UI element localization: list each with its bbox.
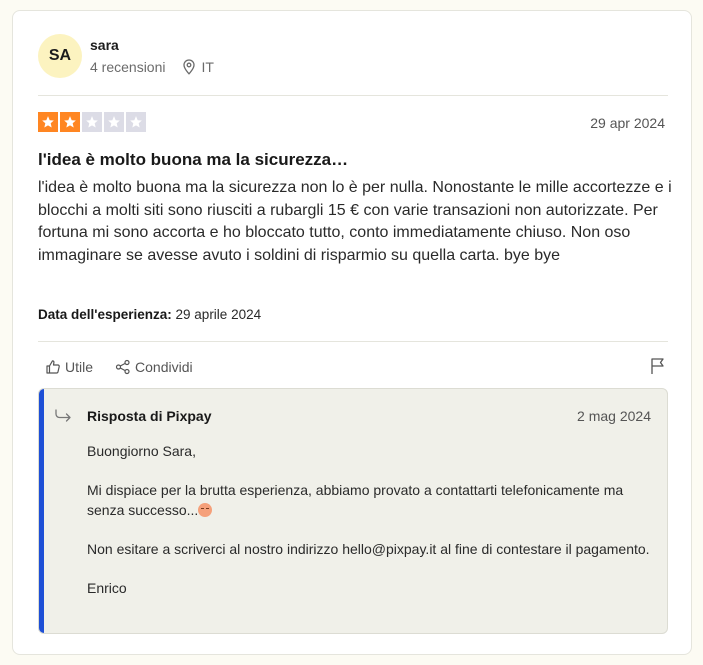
location-pin-icon [182,59,195,75]
reply-body: Buongiorno Sara, Mi dispiace per la brut… [87,442,657,618]
location: IT [182,59,214,75]
star-empty-icon [104,112,124,132]
avatar-initials: SA [48,47,72,64]
reply-paragraph-1: Mi dispiace per la brutta esperienza, ab… [87,482,624,518]
share-label: Condividi [135,359,193,375]
reply-greeting: Buongiorno Sara, [87,443,196,459]
report-button[interactable] [650,357,666,380]
reply-paragraph: Mi dispiace per la brutta esperienza, ab… [87,481,657,520]
review-title[interactable]: l'idea è molto buona ma la sicurezza… [38,150,348,170]
experience-label: Data dell'esperienza: [38,307,172,322]
star-rating [38,112,148,132]
avatar[interactable]: SA [38,34,82,78]
review-actions: Utile Condividi [45,359,215,375]
reply-paragraph-2: Non esitare a scriverci al nostro indiri… [87,540,650,557]
star-empty-icon [126,112,146,132]
star-filled-icon [38,112,58,132]
useful-button[interactable]: Utile [45,359,93,375]
useful-label: Utile [65,359,94,375]
reply-accent-bar [39,389,44,633]
consumer-meta: 4 recensioni IT [90,59,214,75]
reply-title: Risposta di Pixpay [87,408,212,424]
experience-date: Data dell'esperienza: 29 aprile 2024 [38,307,261,322]
star-filled-icon [60,112,80,132]
thumbs-up-icon [46,360,60,374]
actions-divider [38,341,668,342]
consumer-name[interactable]: sara [90,37,119,53]
review-body: l'idea è molto buona ma la sicurezza non… [38,179,672,264]
reply-signature: Enrico [87,579,127,596]
review-card: SA sara 4 recensioni IT 29 apr 2024 l'id… [12,10,692,655]
share-icon [115,359,130,375]
reply-arrow-icon [55,409,71,422]
sad-face-emoji-icon [198,502,213,517]
reply-date: 2 mag 2024 [577,408,651,424]
flag-icon [651,358,664,374]
experience-value: 29 aprile 2024 [175,307,262,322]
star-empty-icon [82,112,102,132]
share-button[interactable]: Condividi [115,359,193,375]
header-divider [38,95,668,96]
review-date: 29 apr 2024 [590,115,665,131]
country-code: IT [201,59,214,75]
company-reply: Risposta di Pixpay 2 mag 2024 Buongiorno… [38,388,668,634]
reviews-count: 4 recensioni [90,59,166,75]
